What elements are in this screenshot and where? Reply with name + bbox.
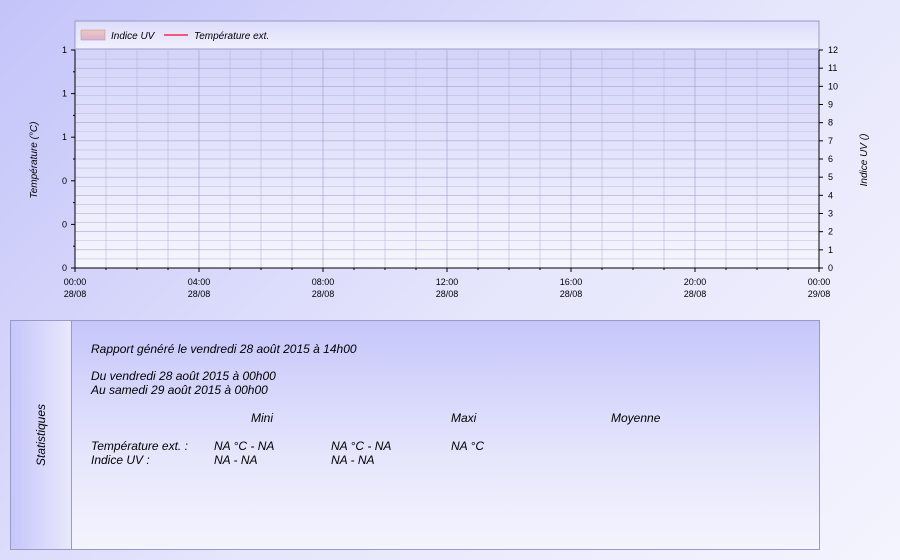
y-right-axis-label: Indice UV () xyxy=(859,134,870,187)
y-right-tick-label: 5 xyxy=(828,172,833,182)
header-min: Mini xyxy=(251,411,274,425)
y-right-tick-label: 8 xyxy=(828,118,833,128)
x-tick-time: 00:00 xyxy=(64,277,87,287)
y-right-tick-label: 11 xyxy=(828,63,837,73)
y-right-tick-label: 12 xyxy=(828,45,838,55)
y-right-tick-label: 7 xyxy=(828,136,833,146)
x-tick-date: 28/08 xyxy=(64,289,87,299)
period-end: Au samedi 29 août 2015 à 00h00 xyxy=(91,383,268,397)
x-tick-date: 28/08 xyxy=(560,289,583,299)
statistics-panel: Statistiques Rapport généré le vendredi … xyxy=(10,320,820,550)
x-tick-date: 29/08 xyxy=(808,289,831,299)
y-right-tick-label: 3 xyxy=(828,209,833,219)
x-tick-time: 20:00 xyxy=(684,277,707,287)
y-left-tick-label: 0 xyxy=(62,176,67,186)
statistics-title: Statistiques xyxy=(34,403,48,467)
header-avg: Moyenne xyxy=(611,411,661,425)
x-tick-time: 00:00 xyxy=(808,277,831,287)
row-uv-max: NA - NA xyxy=(331,453,375,467)
header-max: Maxi xyxy=(451,411,477,425)
row-temp-min: NA °C - NA xyxy=(214,439,275,453)
y-left-tick-label: 0 xyxy=(62,263,67,273)
x-tick-time: 08:00 xyxy=(312,277,335,287)
x-tick-date: 28/08 xyxy=(188,289,211,299)
y-right-tick-label: 10 xyxy=(828,81,838,91)
legend-label: Indice UV xyxy=(111,31,156,42)
x-tick-date: 28/08 xyxy=(684,289,707,299)
y-right-tick-label: 1 xyxy=(828,245,833,255)
y-right-tick-label: 4 xyxy=(828,190,833,200)
y-right-tick-label: 0 xyxy=(828,263,833,273)
y-left-tick-label: 1 xyxy=(62,132,67,142)
x-tick-time: 16:00 xyxy=(560,277,583,287)
statistics-sidebar: Statistiques xyxy=(11,321,72,549)
row-temp-max: NA °C - NA xyxy=(331,439,392,453)
legend-label: Température ext. xyxy=(194,31,269,42)
x-tick-time: 04:00 xyxy=(188,277,211,287)
x-tick-date: 28/08 xyxy=(312,289,335,299)
legend-swatch-uv xyxy=(80,29,106,41)
y-right-tick-label: 2 xyxy=(828,227,833,237)
row-temp-label: Température ext. : xyxy=(91,439,188,453)
row-uv-min: NA - NA xyxy=(214,453,258,467)
x-tick-time: 12:00 xyxy=(436,277,459,287)
y-right-tick-label: 9 xyxy=(828,100,833,110)
row-uv-label: Indice UV : xyxy=(91,453,150,467)
chart: Indice UV Température ext. 111000 0123456… xyxy=(29,20,870,299)
x-tick-date: 28/08 xyxy=(436,289,459,299)
y-right-tick-label: 6 xyxy=(828,154,833,164)
y-left-axis-label: Température (°C) xyxy=(29,122,40,199)
y-left-tick-label: 1 xyxy=(62,45,67,55)
row-temp-avg: NA °C xyxy=(451,439,485,453)
report-date: Rapport généré le vendredi 28 août 2015 … xyxy=(91,342,357,356)
y-left-tick-label: 0 xyxy=(62,219,67,229)
period-start: Du vendredi 28 août 2015 à 00h00 xyxy=(91,369,276,383)
y-left-tick-label: 1 xyxy=(62,89,67,99)
